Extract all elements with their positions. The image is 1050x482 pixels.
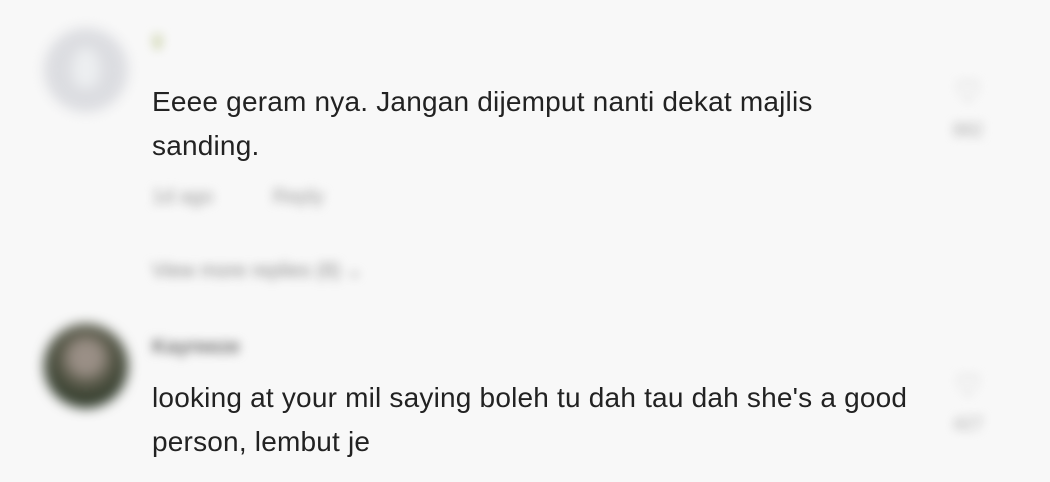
like-count: 427	[952, 414, 984, 434]
comment-text: looking at your mil saying boleh tu dah …	[152, 382, 908, 457]
like-button[interactable]: ♡ 427	[936, 370, 1000, 435]
comment-username[interactable]: ṽ	[152, 32, 163, 55]
view-replies-button[interactable]: View more replies (8) ⌄	[152, 258, 363, 283]
comment-timestamp: 1d ago	[152, 186, 214, 208]
avatar[interactable]	[44, 324, 128, 408]
heart-icon[interactable]: ♡	[936, 370, 1000, 404]
like-button[interactable]: ♡ 882	[936, 76, 1000, 141]
like-count: 882	[952, 120, 984, 140]
comment-text: Eeee geram nya. Jangan dijemput nanti de…	[152, 86, 813, 161]
comment-item: ṽ Eeee geram nya. Jangan dijemput nanti …	[0, 0, 1050, 300]
avatar[interactable]	[44, 28, 128, 112]
comment-item: Kayreeze looking at your mil saying bole…	[0, 300, 1050, 482]
heart-icon[interactable]: ♡	[936, 76, 1000, 110]
comment-meta: 1d ago Reply	[152, 186, 378, 209]
comment-username[interactable]: Kayreeze	[152, 336, 240, 359]
reply-button[interactable]: Reply	[273, 186, 324, 208]
